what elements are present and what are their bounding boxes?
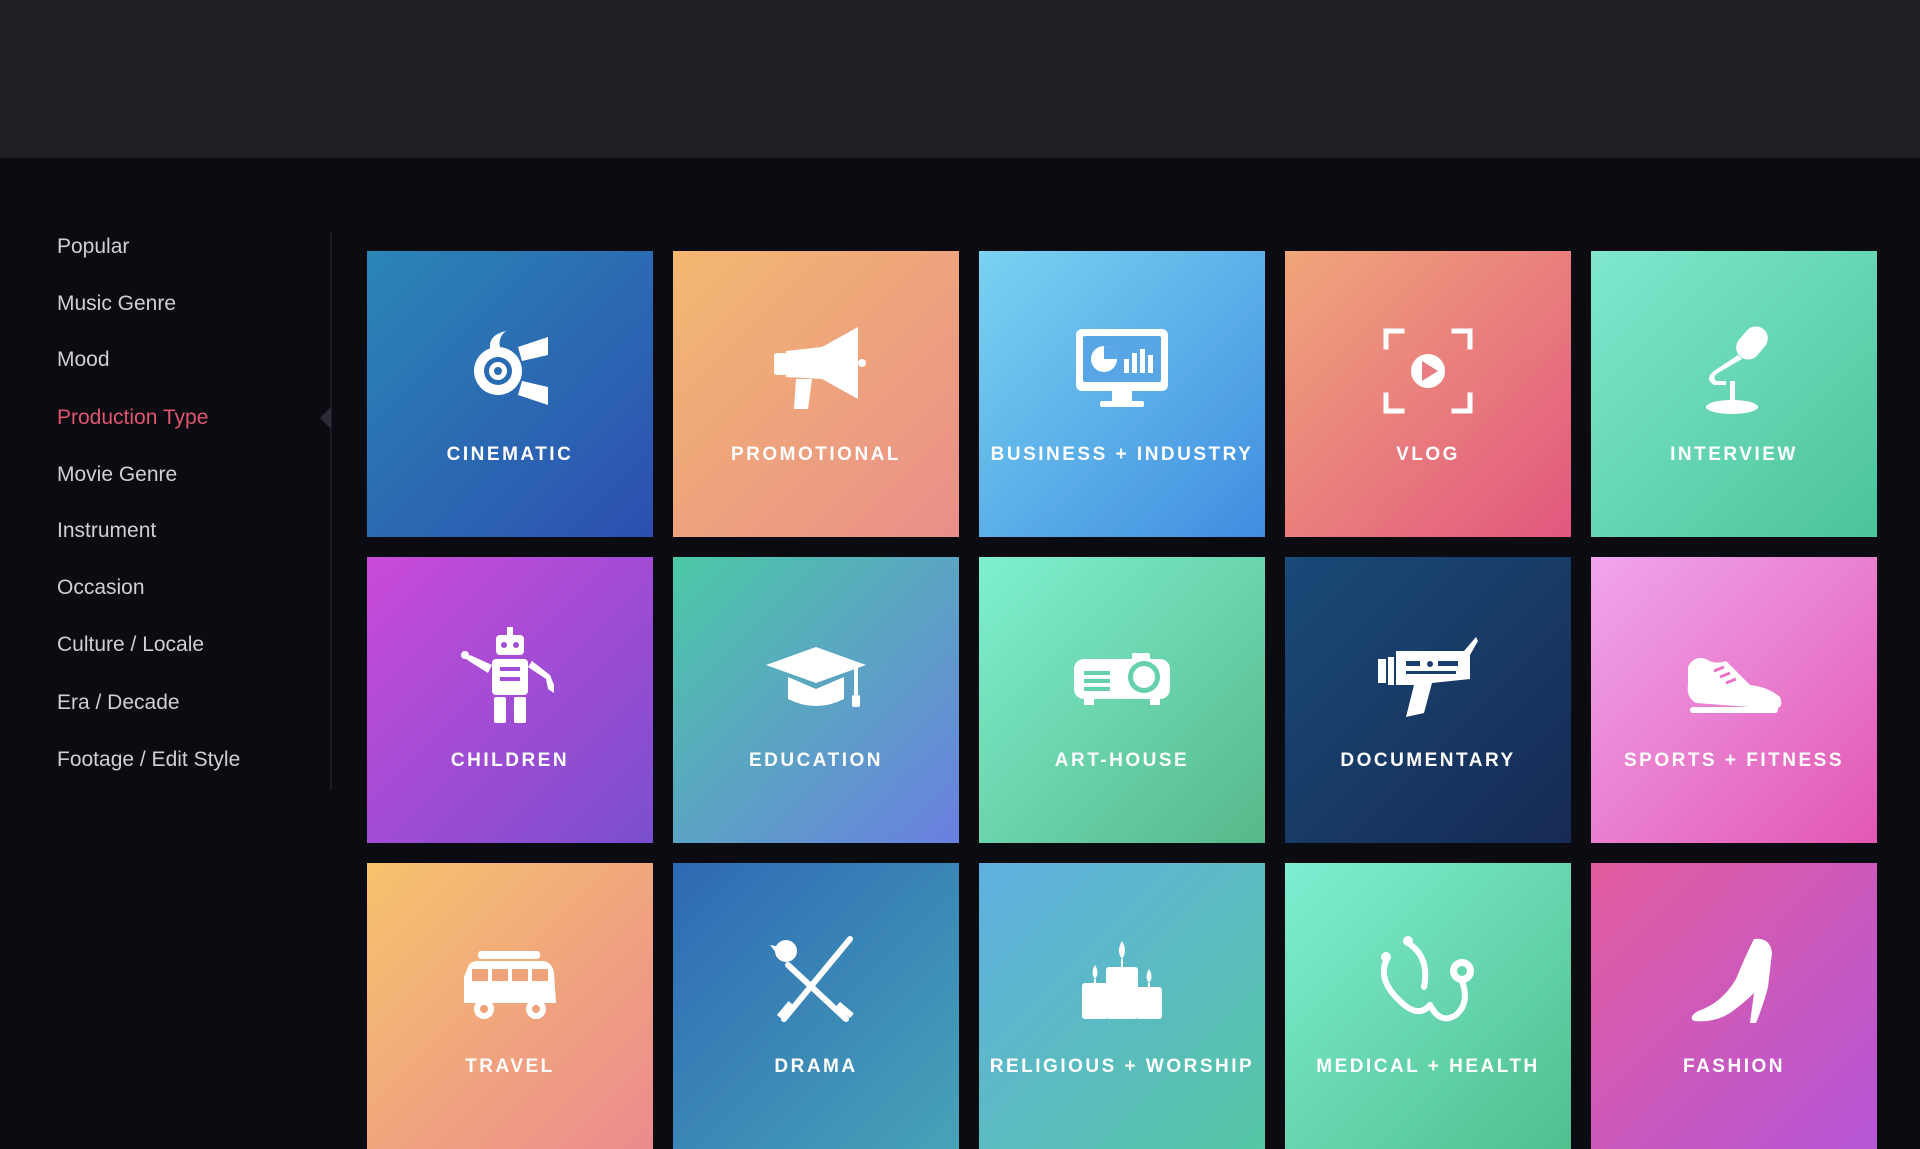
tile-drama[interactable]: DRAMA	[673, 863, 959, 1149]
graduation-cap-icon	[766, 647, 866, 707]
camera-frame-play-icon	[1383, 328, 1473, 414]
spotlight-icon	[474, 331, 548, 405]
candles-icon	[1082, 941, 1162, 1019]
sidebar-item-mood[interactable]: Mood	[57, 345, 110, 375]
camper-van-icon	[464, 951, 556, 1019]
tile-label: SPORTS + FITNESS	[1623, 750, 1844, 771]
robot-icon	[461, 627, 554, 723]
tile-label: CHILDREN	[450, 750, 570, 771]
monitor-chart-icon	[1076, 329, 1168, 407]
sidebar-item-occasion[interactable]: Occasion	[57, 573, 145, 603]
tile-interview[interactable]: INTERVIEW	[1591, 251, 1877, 537]
crossed-swords-rose-icon	[770, 936, 854, 1022]
sidebar-item-popular[interactable]: Popular	[57, 232, 129, 262]
tile-label: INTERVIEW	[1670, 444, 1798, 465]
tile-label: MEDICAL + HEALTH	[1316, 1056, 1540, 1077]
tile-business-industry[interactable]: BUSINESS + INDUSTRY	[979, 251, 1265, 537]
tile-label: BUSINESS + INDUSTRY	[990, 444, 1254, 465]
tile-label: RELIGIOUS + WORSHIP	[989, 1056, 1255, 1077]
category-sidebar: Popular Music Genre Mood Production Type…	[0, 232, 332, 790]
tile-education[interactable]: EDUCATION	[673, 557, 959, 843]
sidebar-item-production-type[interactable]: Production Type	[57, 403, 208, 433]
tile-fashion[interactable]: FASHION	[1591, 863, 1877, 1149]
tile-label: EDUCATION	[748, 750, 884, 771]
top-bar	[0, 0, 1920, 158]
sidebar-item-music-genre[interactable]: Music Genre	[57, 289, 176, 319]
sneaker-icon	[1687, 658, 1782, 713]
sidebar-item-era-decade[interactable]: Era / Decade	[57, 688, 180, 718]
video-camera-icon	[1378, 637, 1478, 717]
sidebar-item-instrument[interactable]: Instrument	[57, 516, 156, 546]
tile-label: ART-HOUSE	[1054, 750, 1190, 771]
sidebar-item-movie-genre[interactable]: Movie Genre	[57, 460, 177, 490]
tile-art-house[interactable]: ART-HOUSE	[979, 557, 1265, 843]
tile-religious-worship[interactable]: RELIGIOUS + WORSHIP	[979, 863, 1265, 1149]
megaphone-icon	[774, 327, 866, 409]
tile-vlog[interactable]: VLOG	[1285, 251, 1571, 537]
tile-label: CINEMATIC	[446, 444, 574, 465]
tile-label: DOCUMENTARY	[1340, 750, 1516, 771]
active-indicator-caret	[320, 407, 331, 429]
tile-travel[interactable]: TRAVEL	[367, 863, 653, 1149]
tile-sports-fitness[interactable]: SPORTS + FITNESS	[1591, 557, 1877, 843]
high-heel-icon	[1691, 938, 1772, 1023]
tile-label: PROMOTIONAL	[731, 444, 901, 465]
sidebar-item-footage-edit-style[interactable]: Footage / Edit Style	[57, 745, 240, 775]
tile-documentary[interactable]: DOCUMENTARY	[1285, 557, 1571, 843]
tile-promotional[interactable]: PROMOTIONAL	[673, 251, 959, 537]
tile-cinematic[interactable]: CINEMATIC	[367, 251, 653, 537]
microphone-icon	[1706, 326, 1768, 414]
tile-medical-health[interactable]: MEDICAL + HEALTH	[1285, 863, 1571, 1149]
tile-label: DRAMA	[774, 1056, 858, 1077]
sidebar-item-culture-locale[interactable]: Culture / Locale	[57, 630, 204, 660]
projector-icon	[1074, 653, 1170, 705]
tile-label: VLOG	[1396, 444, 1460, 465]
tile-children[interactable]: CHILDREN	[367, 557, 653, 843]
tile-label: FASHION	[1683, 1056, 1785, 1077]
tile-label: TRAVEL	[465, 1056, 555, 1077]
stethoscope-icon	[1380, 936, 1474, 1022]
